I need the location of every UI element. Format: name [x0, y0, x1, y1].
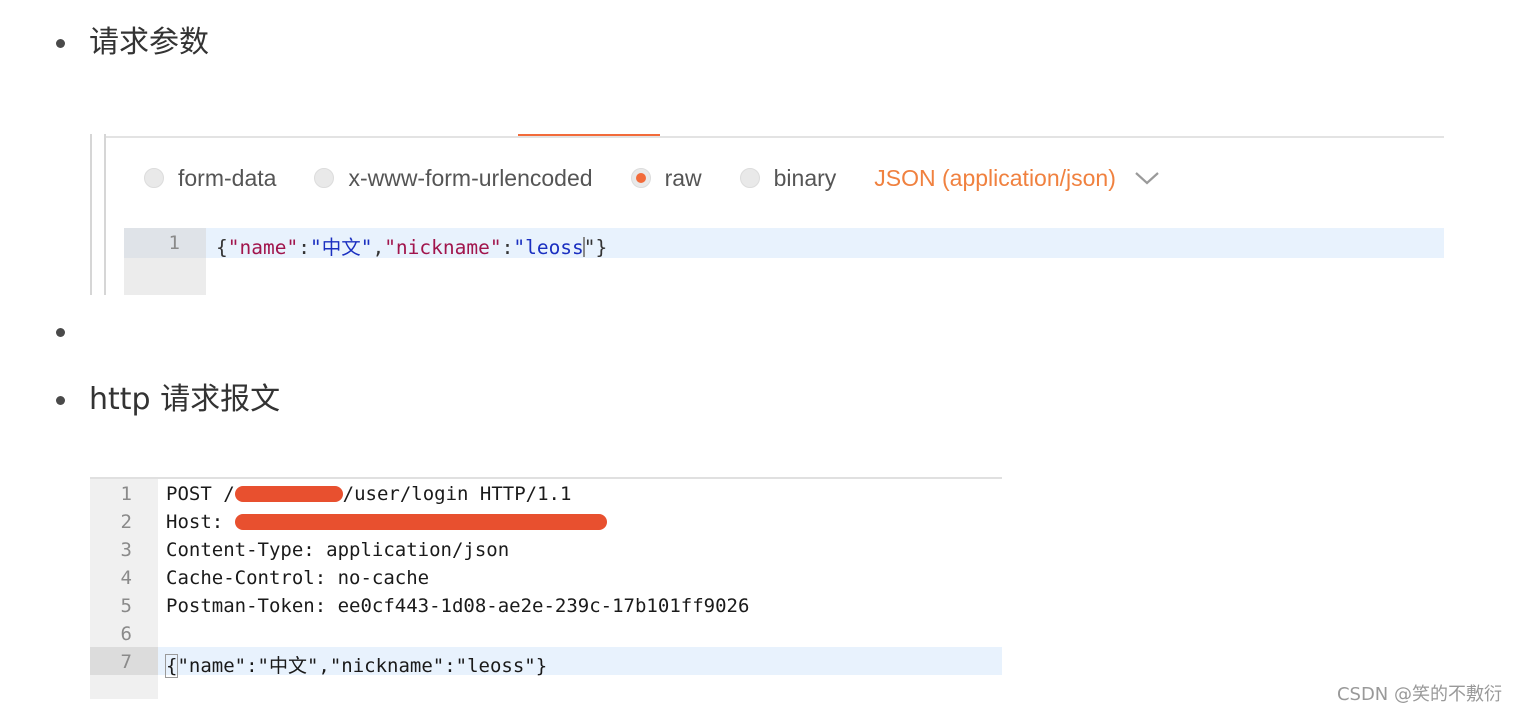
line-number: 3: [120, 539, 132, 561]
line-number-cell: 1: [90, 479, 158, 507]
list-item-request-params: 请求参数: [56, 28, 209, 58]
json-token: :: [501, 236, 514, 259]
line-number-cell: 4: [90, 563, 158, 591]
code-text: "name":"中文","nickname":"leoss"}: [177, 655, 548, 677]
body-editor[interactable]: 1 {"name":"中文","nickname":"leoss"}: [124, 228, 1444, 295]
option-label: binary: [773, 164, 837, 191]
code-row: 5 Postman-Token: ee0cf443-1d08-ae2e-239c…: [90, 591, 1002, 619]
list-item-empty: [56, 328, 89, 337]
divider: [106, 136, 1444, 138]
divider: [90, 134, 92, 295]
postman-body-panel: form-data x-www-form-urlencoded raw bina…: [90, 134, 1444, 295]
bullet-dot: [56, 395, 65, 405]
http-request-viewer: 1 POST / /user/login HTTP/1.1 2 Host: 3 C…: [90, 477, 1002, 699]
body-type-options: form-data x-www-form-urlencoded raw bina…: [144, 160, 1160, 196]
body-option-raw[interactable]: raw: [630, 164, 702, 192]
code-row-active: 7 {"name":"中文","nickname":"leoss"}: [90, 647, 1002, 678]
content-type-dropdown[interactable]: JSON (application/json): [874, 165, 1160, 192]
watermark: CSDN @笑的不敷衍: [1336, 684, 1502, 705]
matched-bracket: {: [164, 654, 179, 678]
line-number-cell: 2: [90, 507, 158, 535]
list-item-http-request: http 请求报文: [56, 385, 280, 415]
body-option-urlencoded[interactable]: x-www-form-urlencoded: [314, 164, 593, 192]
option-label: form-data: [178, 164, 277, 191]
code-line: {"name":"中文","nickname":"leoss"}: [216, 231, 607, 260]
bullet-dot: [56, 328, 65, 337]
code-row: 4 Cache-Control: no-cache: [90, 563, 1002, 591]
code-text: POST /: [166, 483, 235, 505]
json-token: :: [298, 236, 310, 259]
radio-button[interactable]: [314, 168, 335, 188]
json-key: "nickname": [384, 236, 502, 259]
content-type-label: JSON (application/json): [874, 164, 1116, 191]
line-number: 4: [120, 567, 132, 589]
body-option-binary[interactable]: binary: [739, 164, 837, 192]
code-line: Host:: [166, 511, 607, 533]
line-number-cell: 5: [90, 591, 158, 619]
radio-button[interactable]: [739, 168, 760, 188]
code-text: /user/login HTTP/1.1: [342, 483, 572, 505]
option-label: x-www-form-urlencoded: [348, 164, 593, 191]
line-number: 1: [168, 232, 180, 254]
line-number: 7: [120, 651, 132, 673]
code-line: POST / /user/login HTTP/1.1: [166, 483, 571, 505]
line-number: 6: [120, 623, 132, 645]
code-row: 2 Host:: [90, 507, 1002, 535]
json-token: "}: [583, 236, 608, 259]
code-row: 1 POST / /user/login HTTP/1.1: [90, 479, 1002, 507]
line-number: 1: [120, 483, 132, 505]
editor-line-active: 1 {"name":"中文","nickname":"leoss"}: [124, 228, 1444, 260]
list-item-text: http 请求报文: [89, 382, 281, 417]
divider: [104, 134, 106, 295]
code-row: 3 Content-Type: application/json: [90, 535, 1002, 563]
code-line: Cache-Control: no-cache: [166, 567, 430, 589]
code-row: 6: [90, 619, 1002, 647]
line-number: 2: [120, 511, 132, 533]
json-token: ,: [372, 236, 385, 259]
radio-button-selected[interactable]: [630, 168, 651, 188]
json-key: "name": [227, 236, 299, 259]
line-number-cell: 6: [90, 619, 158, 647]
line-number-cell: 3: [90, 535, 158, 563]
redaction-mark: [234, 486, 343, 502]
code-line: Postman-Token: ee0cf443-1d08-ae2e-239c-1…: [166, 595, 750, 617]
list-item-text: 请求参数: [89, 25, 209, 60]
code-line: Content-Type: application/json: [166, 539, 510, 561]
code-text: Host:: [166, 511, 235, 533]
chevron-down-icon: [1135, 172, 1159, 185]
line-number-cell: 7: [90, 647, 158, 675]
radio-button[interactable]: [144, 168, 164, 188]
line-number-cell: 1: [124, 228, 206, 258]
option-label: raw: [664, 164, 702, 191]
json-string: "leoss: [513, 236, 584, 259]
line-number: 5: [120, 595, 132, 617]
json-token: {: [216, 236, 228, 259]
json-string: "中文": [309, 236, 373, 259]
active-tab-indicator: [518, 134, 660, 136]
redaction-mark: [234, 514, 607, 530]
code-line: {"name":"中文","nickname":"leoss"}: [164, 651, 548, 678]
body-option-form-data[interactable]: form-data: [144, 165, 276, 192]
bullet-dot: [56, 38, 65, 48]
